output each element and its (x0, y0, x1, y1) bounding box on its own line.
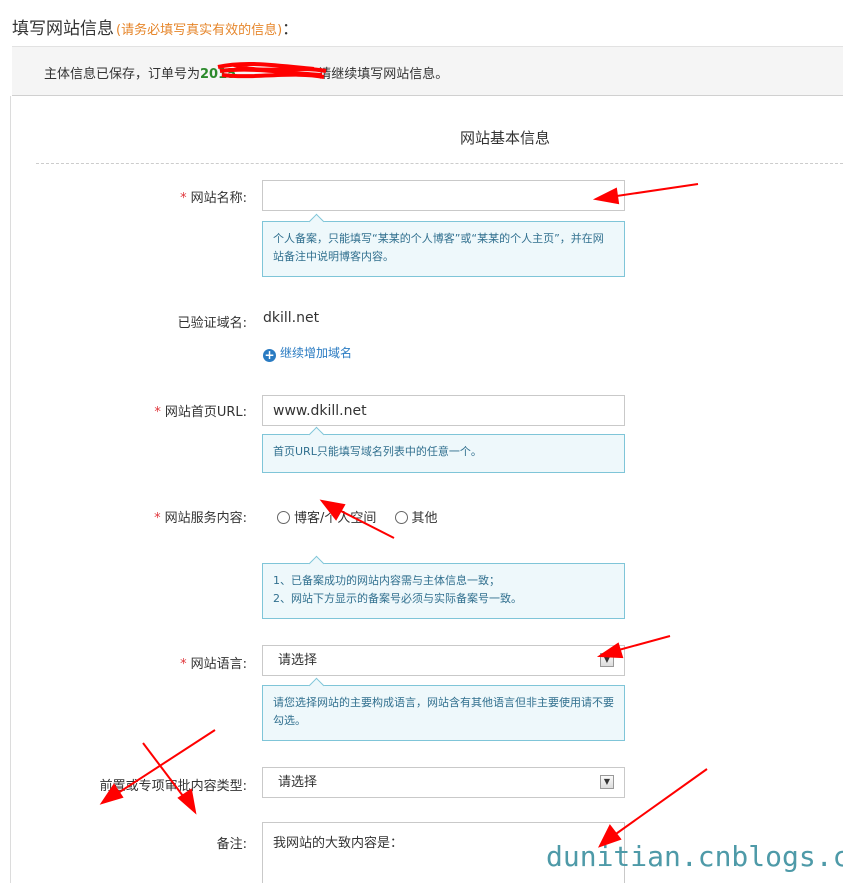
form-panel (10, 96, 843, 883)
site-name-tip: 个人备案，只能填写“某某的个人博客”或“某某的个人主页”，并在网站备注中说明博客… (262, 221, 625, 277)
saved-notice: 主体信息已保存，订单号为2015 请继续填写网站信息。 (12, 46, 843, 96)
required-mark: * (154, 511, 161, 526)
service-content-label: * 网站服务内容: (154, 507, 247, 526)
homepage-url-input[interactable] (262, 395, 625, 426)
language-tip: 请您选择网站的主要构成语言，网站含有其他语言但非主要使用请不要勾选。 (262, 685, 625, 741)
site-name-label: * 网站名称: (180, 187, 247, 206)
service-content-radio-group: 博客/个人空间 其他 (277, 507, 452, 526)
page-title-text: 填写网站信息 (12, 19, 114, 39)
page-title-hint: (请务必填写真实有效的信息) (116, 23, 283, 38)
service-content-label-text: 网站服务内容: (164, 511, 247, 526)
language-label: * 网站语言: (180, 653, 247, 672)
page-title: 填写网站信息 (请务必填写真实有效的信息)： (12, 14, 298, 39)
add-domain-link[interactable]: + 继续增加域名 (263, 344, 352, 362)
verified-domain-label: 已验证域名: (177, 316, 247, 331)
section-divider (36, 163, 843, 164)
radio-other[interactable]: 其他 (394, 507, 438, 526)
homepage-url-label: * 网站首页URL: (154, 401, 247, 420)
site-name-input[interactable] (262, 180, 625, 211)
required-mark: * (180, 657, 187, 672)
chevron-down-icon[interactable]: ▼ (600, 775, 614, 789)
homepage-url-label-text: 网站首页URL: (164, 405, 247, 420)
watermark: dunitian.cnblogs.com (546, 840, 843, 873)
notice-suffix: 请继续填写网站信息。 (318, 67, 449, 82)
redaction-scribble (217, 61, 327, 79)
radio-blog[interactable]: 博客/个人空间 (277, 507, 376, 526)
service-content-tip: 1、已备案成功的网站内容需与主体信息一致； 2、网站下方显示的备案号必须与实际备… (262, 563, 625, 619)
service-tip-line-2: 2、网站下方显示的备案号必须与实际备案号一致。 (273, 592, 522, 605)
language-selected: 请选择 (278, 653, 318, 668)
section-title: 网站基本信息 (460, 129, 551, 147)
add-domain-label: 继续增加域名 (280, 346, 353, 360)
preapproval-type-select[interactable]: 请选择 ▼ (262, 767, 625, 798)
plus-circle-icon: + (263, 348, 276, 362)
radio-circle-icon[interactable] (394, 511, 408, 524)
homepage-url-tip: 首页URL只能填写域名列表中的任意一个。 (262, 434, 625, 473)
required-mark: * (180, 191, 187, 206)
page-title-colon: ： (282, 19, 299, 38)
verified-domain-value: dkill.net (263, 310, 320, 326)
required-mark: * (154, 405, 161, 420)
language-label-text: 网站语言: (190, 657, 247, 672)
radio-blog-label: 博客/个人空间 (294, 511, 377, 526)
chevron-down-icon[interactable]: ▼ (600, 653, 614, 667)
remark-label: 备注: (216, 837, 247, 852)
radio-other-label: 其他 (411, 511, 438, 526)
preapproval-selected: 请选择 (278, 775, 318, 790)
language-select[interactable]: 请选择 ▼ (262, 645, 625, 676)
radio-circle-icon[interactable] (277, 511, 290, 524)
notice-prefix: 主体信息已保存，订单号为 (44, 67, 201, 82)
preapproval-type-label: 前置或专项审批内容类型: (99, 779, 247, 794)
site-name-label-text: 网站名称: (190, 191, 247, 206)
service-tip-line-1: 1、已备案成功的网站内容需与主体信息一致； (273, 574, 500, 587)
